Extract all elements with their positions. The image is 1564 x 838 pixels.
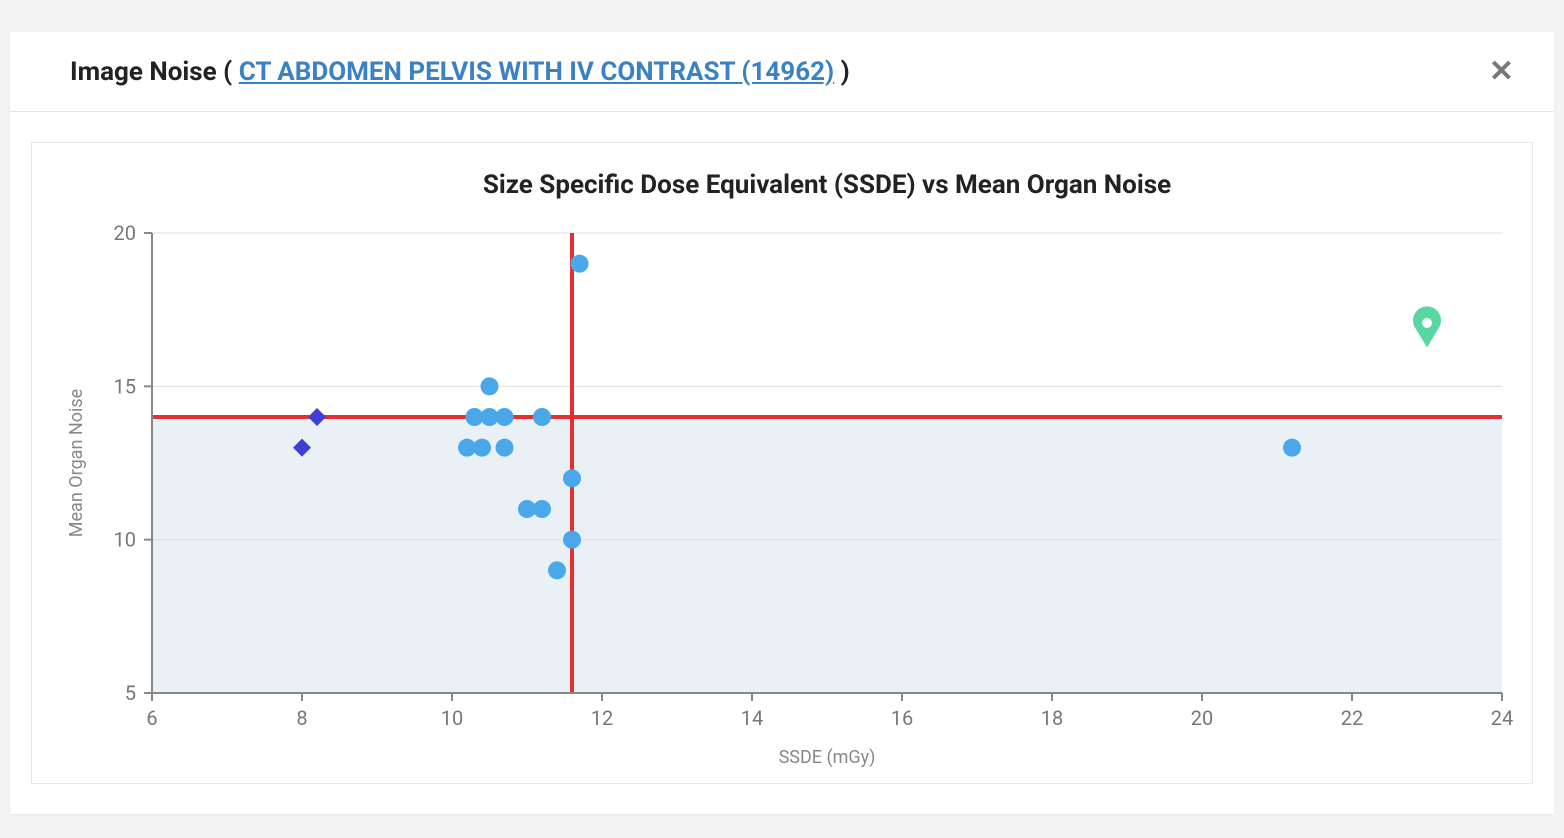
data-point[interactable] [1283,439,1301,457]
data-point[interactable] [496,439,514,457]
x-tick-label: 14 [741,706,763,730]
page-root: Image Noise ( CT ABDOMEN PELVIS WITH IV … [0,0,1564,838]
title-suffix: ) [834,57,850,87]
y-tick-label: 10 [114,528,136,552]
data-point[interactable] [571,255,589,273]
close-icon[interactable]: ✕ [1489,54,1514,89]
panel-title: Image Noise ( CT ABDOMEN PELVIS WITH IV … [70,57,850,87]
x-tick-label: 16 [891,706,913,730]
data-point[interactable] [473,439,491,457]
data-point[interactable] [563,531,581,549]
window-topbar [0,0,1564,32]
title-prefix: Image Noise ( [70,57,239,87]
x-tick-label: 12 [591,706,613,730]
exam-link[interactable]: CT ABDOMEN PELVIS WITH IV CONTRAST (1496… [239,57,834,87]
x-tick-label: 24 [1491,706,1513,730]
x-tick-label: 22 [1341,706,1363,730]
scatter-chart[interactable]: 6 8 10 12 14 16 18 20 22 24 5 10 15 20 Size Specific D… [31,142,1533,784]
y-tick-label: 20 [114,221,136,245]
data-point[interactable] [533,408,551,426]
x-tick-label: 6 [146,706,157,730]
x-tick-label: 18 [1041,706,1063,730]
data-point[interactable] [481,377,499,395]
panel-header: Image Noise ( CT ABDOMEN PELVIS WITH IV … [10,32,1554,111]
shade-band [152,417,1502,693]
x-tick-label: 20 [1191,706,1213,730]
y-axis-label: Mean Organ Noise [66,389,87,537]
x-tick-label: 8 [296,706,307,730]
main-panel: Image Noise ( CT ABDOMEN PELVIS WITH IV … [10,32,1554,814]
chart-title: Size Specific Dose Equivalent (SSDE) vs … [483,170,1171,200]
chart-container: 6 8 10 12 14 16 18 20 22 24 5 10 15 20 Size Specific D… [10,112,1554,814]
data-point[interactable] [533,500,551,518]
data-point[interactable] [548,561,566,579]
pin-icon-hole [1422,318,1432,328]
x-tick-label: 10 [441,706,463,730]
data-point[interactable] [496,408,514,426]
y-tick-label: 15 [114,374,136,398]
x-axis-label: SSDE (mGy) [779,747,876,768]
data-point[interactable] [563,469,581,487]
y-tick-label: 5 [125,681,136,705]
